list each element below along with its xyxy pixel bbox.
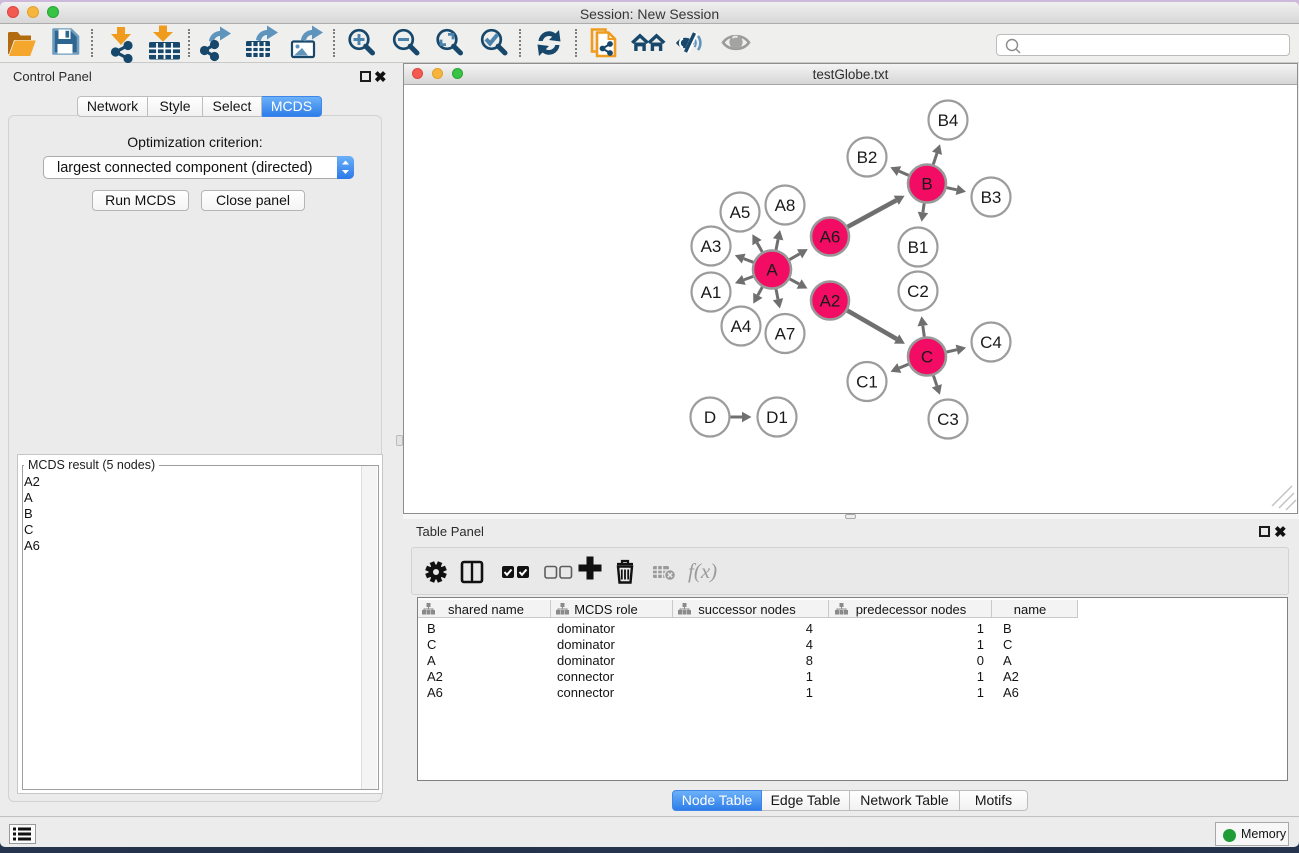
svg-text:A1: A1 bbox=[701, 283, 722, 302]
svg-text:A4: A4 bbox=[731, 317, 752, 336]
svg-text:C1: C1 bbox=[856, 373, 878, 392]
svg-text:B: B bbox=[921, 175, 932, 194]
svg-text:D1: D1 bbox=[766, 408, 788, 427]
svg-text:A6: A6 bbox=[820, 228, 841, 247]
svg-text:A: A bbox=[766, 261, 778, 280]
svg-text:C2: C2 bbox=[907, 282, 929, 301]
svg-text:B4: B4 bbox=[938, 111, 959, 130]
svg-text:B2: B2 bbox=[857, 148, 878, 167]
svg-text:D: D bbox=[704, 408, 716, 427]
svg-text:B1: B1 bbox=[908, 238, 929, 257]
svg-text:C: C bbox=[921, 348, 933, 367]
svg-text:B3: B3 bbox=[981, 188, 1002, 207]
svg-text:A3: A3 bbox=[701, 237, 722, 256]
svg-text:A8: A8 bbox=[775, 196, 796, 215]
svg-text:C3: C3 bbox=[937, 410, 959, 429]
svg-text:C4: C4 bbox=[980, 333, 1002, 352]
svg-text:A5: A5 bbox=[730, 203, 751, 222]
svg-text:A2: A2 bbox=[820, 292, 841, 311]
svg-text:A7: A7 bbox=[775, 325, 796, 344]
